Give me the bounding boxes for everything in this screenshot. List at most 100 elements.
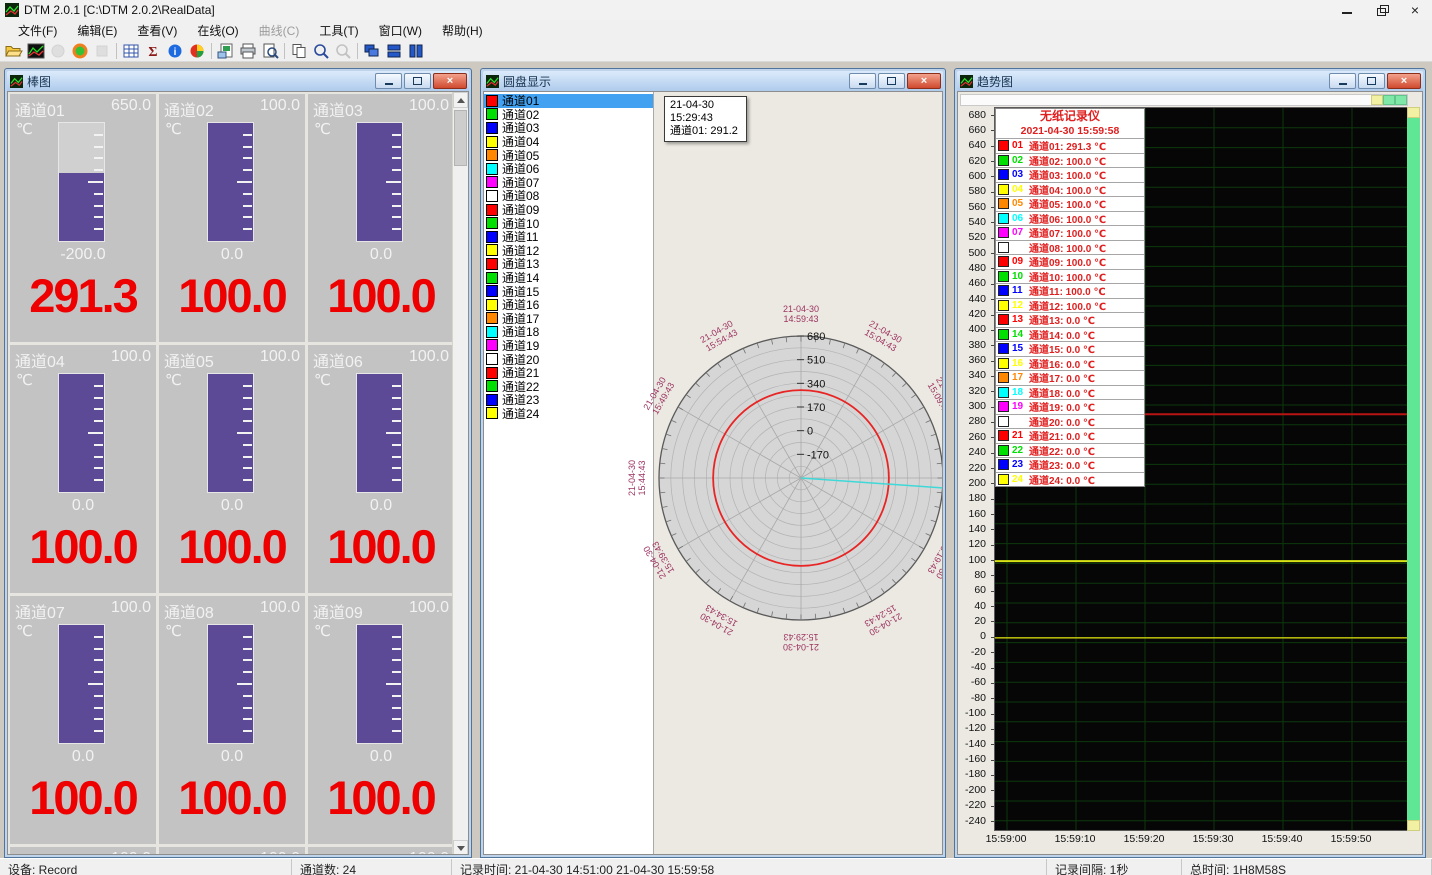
close-button[interactable]: ×	[1398, 0, 1432, 20]
polar-time-label: 21-04-3015:44:43	[627, 460, 647, 496]
bar-maximize-button[interactable]	[404, 73, 431, 89]
channel-name: 通道04	[15, 348, 75, 372]
data-table-button[interactable]	[120, 41, 142, 61]
cascade-windows-icon	[363, 43, 381, 59]
bar-tick	[392, 420, 401, 422]
restore-button[interactable]	[1364, 0, 1398, 20]
status-bar: 设备: Record通道数: 24记录时间: 21-04-30 14:51:00…	[0, 858, 1432, 875]
bar-tick	[392, 479, 401, 481]
trend-minimize-button[interactable]	[1329, 73, 1356, 89]
copy-button[interactable]	[288, 41, 310, 61]
disk-maximize-button[interactable]	[878, 73, 905, 89]
channel-name: 通道05	[164, 348, 224, 372]
trend-maximize-button[interactable]	[1358, 73, 1385, 89]
legend-color-swatch	[998, 213, 1009, 224]
menu-file[interactable]: 文件(F)	[8, 20, 67, 41]
open-file-button[interactable]	[3, 41, 25, 61]
hscroll-left-button[interactable]	[1371, 95, 1383, 105]
bar-tick	[94, 169, 103, 171]
bar-close-button[interactable]: ×	[433, 73, 467, 89]
legend-row: 08通道08: 100.0 ℃	[996, 240, 1144, 255]
menu-view[interactable]: 查看(V)	[127, 20, 187, 41]
disk-minimize-button[interactable]	[849, 73, 876, 89]
bar-tick	[392, 718, 401, 720]
y-tick-label: -80	[958, 692, 986, 705]
zoom-in-button[interactable]	[310, 41, 332, 61]
scroll-thumb[interactable]	[454, 110, 467, 166]
y-tick-label: 380	[958, 339, 986, 352]
bar-window-scrollbar[interactable]	[452, 92, 468, 855]
info-button[interactable]: i	[164, 41, 186, 61]
toolbar-separator	[284, 43, 285, 59]
print-preview-button[interactable]	[259, 41, 281, 61]
bar-window-titlebar[interactable]: 棒图 ×	[7, 71, 469, 91]
legend-rows: 01通道01: 291.3 ℃02通道02: 100.0 ℃03通道03: 10…	[996, 138, 1144, 486]
legend-channel-value: 通道04: 100.0 ℃	[1029, 182, 1106, 197]
scroll-up-button[interactable]	[453, 92, 468, 108]
menu-tools[interactable]: 工具(T)	[309, 20, 368, 41]
bar-tick	[392, 444, 401, 446]
legend-channel-value: 通道23: 0.0 ℃	[1029, 457, 1095, 472]
tile-vertical-button[interactable]	[405, 41, 427, 61]
tile-horizontal-button[interactable]	[383, 41, 405, 61]
legend-channel-value: 通道12: 100.0 ℃	[1029, 298, 1106, 313]
range-max: 100.0	[409, 348, 449, 372]
channel-color-swatch	[486, 312, 498, 324]
maximize-icon	[1367, 77, 1376, 85]
statistics-sigma-button[interactable]: Σ	[142, 41, 164, 61]
cascade-windows-button[interactable]	[361, 41, 383, 61]
hscroll-right-button[interactable]	[1383, 95, 1395, 105]
main-titlebar[interactable]: DTM 2.0.1 [C:\DTM 2.0.2\RealData] ×	[0, 0, 1432, 21]
y-tick-label: -20	[958, 646, 986, 659]
x-tick-label: 15:59:00	[976, 833, 1036, 845]
y-tick-label: 120	[958, 538, 986, 551]
record-button[interactable]	[69, 41, 91, 61]
disk-window-titlebar[interactable]: 圆盘显示 ×	[483, 71, 943, 91]
svg-text:21-04-3015:39:43: 21-04-3015:39:43	[641, 539, 676, 580]
channel-color-swatch	[486, 149, 498, 161]
trend-hscrollbar[interactable]	[960, 94, 1408, 106]
trend-vscrollbar[interactable]	[1407, 107, 1420, 831]
tile-vertical-icon	[407, 43, 425, 59]
pie-chart-button[interactable]	[186, 41, 208, 61]
disk-close-button[interactable]: ×	[907, 73, 941, 89]
vscroll-up-button[interactable]	[1407, 107, 1420, 118]
legend-channel-value: 通道08: 100.0 ℃	[1029, 240, 1106, 255]
minimize-button[interactable]	[1330, 0, 1364, 20]
y-tick-label: 480	[958, 262, 986, 275]
menu-help[interactable]: 帮助(H)	[432, 20, 493, 41]
menu-curve: 曲线(C)	[249, 20, 310, 41]
menu-edit[interactable]: 编辑(E)	[67, 20, 127, 41]
polar-chart[interactable]: 6805103401700-17021-04-3014:59:4321-04-3…	[616, 298, 943, 668]
vscroll-down-button[interactable]	[1407, 820, 1420, 831]
legend-channel-number: 14	[1012, 329, 1029, 340]
range-max: 650.0	[111, 97, 151, 121]
bar-tick	[237, 181, 252, 183]
maximize-icon	[887, 77, 896, 85]
print-button[interactable]	[237, 41, 259, 61]
bar-minimize-button[interactable]	[375, 73, 402, 89]
trend-close-button[interactable]: ×	[1387, 73, 1421, 89]
realtime-curve-button[interactable]	[25, 41, 47, 61]
y-tick-label: -240	[958, 815, 986, 828]
trend-window-titlebar[interactable]: 趋势图 ×	[957, 71, 1423, 91]
bar-tick	[392, 193, 401, 195]
status-record-interval: 记录间隔: 1秒	[1047, 859, 1182, 875]
hscroll-end-button[interactable]	[1395, 95, 1407, 105]
polar-time-label: 21-04-3015:39:43	[641, 539, 676, 580]
export-button[interactable]	[215, 41, 237, 61]
legend-channel-value: 通道21: 0.0 ℃	[1029, 428, 1095, 443]
scroll-down-button[interactable]	[453, 840, 468, 855]
print-icon	[239, 43, 257, 59]
legend-color-swatch	[998, 242, 1009, 253]
y-tick-label: -180	[958, 768, 986, 781]
bar-track	[207, 373, 254, 493]
menu-window[interactable]: 窗口(W)	[369, 20, 432, 41]
legend-row: 15通道15: 0.0 ℃	[996, 341, 1144, 356]
range-max: 100.0	[111, 850, 151, 855]
polar-time-label: 21-04-3015:24:43	[862, 602, 903, 637]
bar-tick	[88, 181, 103, 183]
legend-row: 19通道19: 0.0 ℃	[996, 399, 1144, 414]
bar-gauge-cell: 通道04100.0℃0.0100.0	[10, 345, 156, 593]
menu-online[interactable]: 在线(O)	[187, 20, 248, 41]
